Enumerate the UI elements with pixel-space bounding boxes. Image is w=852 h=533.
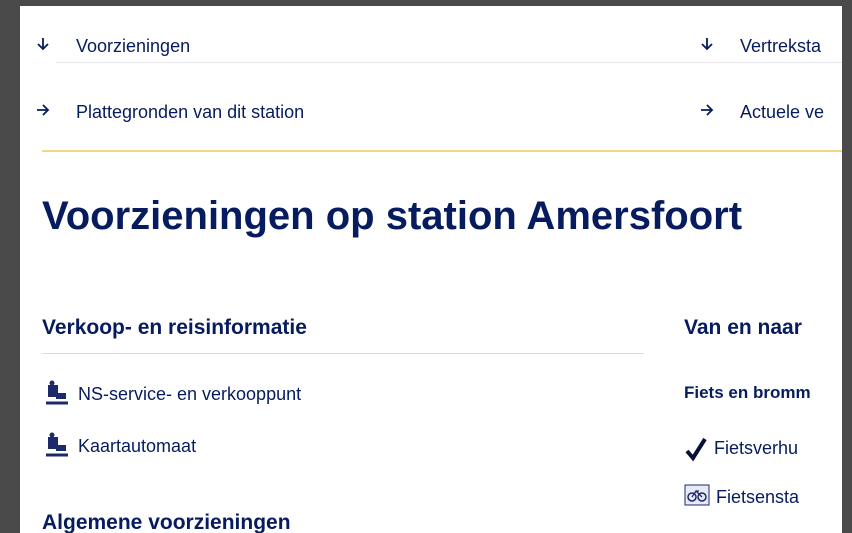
section-title-transport: Van en naar — [684, 316, 802, 339]
checkmark-icon — [684, 433, 708, 463]
nav-link-label: Vertreksta — [740, 36, 822, 56]
section-title-sales: Verkoop- en reisinformatie — [42, 316, 307, 339]
section-subtitle-bikes: Fiets en bromm — [684, 383, 811, 402]
list-item-label: Fietsverhu — [714, 437, 799, 458]
nav-divider — [56, 62, 842, 63]
page-content: Voorzieningen Vertreksta Plattegronden v… — [20, 6, 842, 533]
nav-link-label: Voorzieningen — [76, 36, 191, 56]
arrow-right-icon — [20, 103, 76, 122]
arrow-down-icon — [684, 37, 740, 56]
ticket-machine-icon — [42, 431, 72, 461]
arrow-down-icon — [20, 37, 76, 56]
nav-link-actuele[interactable]: Actuele ve — [684, 102, 824, 123]
nav-link-vertrekstaat[interactable]: Vertreksta — [684, 36, 821, 57]
arrow-right-icon — [684, 103, 740, 122]
service-desk-icon — [42, 379, 72, 409]
nav-link-voorzieningen[interactable]: Voorzieningen — [20, 36, 190, 57]
section-divider — [42, 353, 644, 354]
page-title: Voorzieningen op station Amersfoort — [42, 194, 743, 238]
list-item-label: Fietsensta — [716, 486, 800, 507]
list-item-ticket-machine[interactable]: Kaartautomaat — [42, 431, 196, 461]
header-divider — [42, 150, 842, 152]
nav-link-label: Actuele ve — [740, 102, 825, 122]
list-item-bike-parking[interactable]: Fietsensta — [684, 482, 799, 512]
nav-link-plattegronden[interactable]: Plattegronden van dit station — [20, 102, 304, 123]
list-item-bike-rental[interactable]: Fietsverhu — [684, 433, 798, 463]
list-item-service-desk[interactable]: NS-service- en verkooppunt — [42, 379, 301, 409]
list-item-label: NS-service- en verkooppunt — [78, 383, 302, 404]
list-item-label: Kaartautomaat — [78, 435, 197, 456]
nav-link-label: Plattegronden van dit station — [76, 102, 305, 122]
bicycle-parking-icon — [684, 482, 710, 512]
section-title-general: Algemene voorzieningen — [42, 511, 291, 533]
